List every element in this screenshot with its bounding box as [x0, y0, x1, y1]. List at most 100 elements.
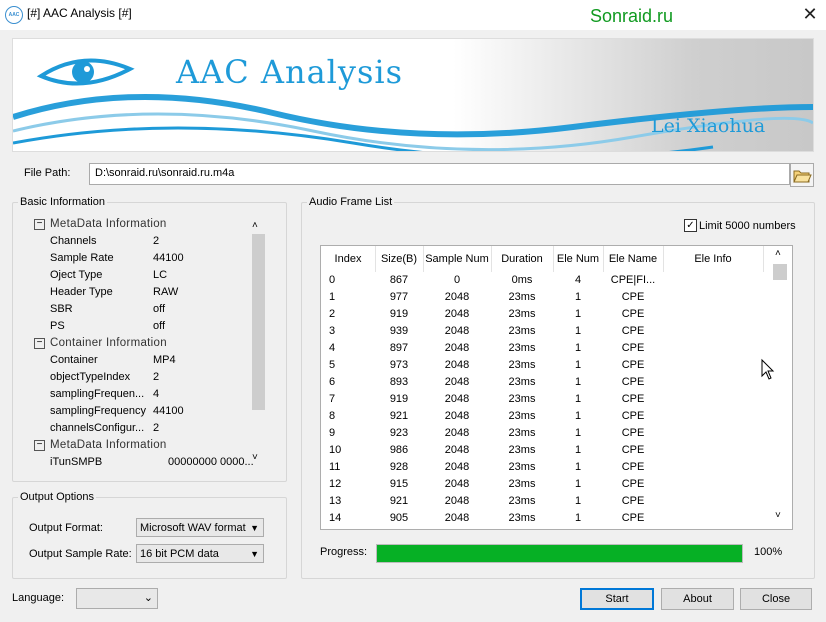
chevron-down-icon: ▼ [250, 549, 259, 559]
table-cell: 23ms [508, 410, 536, 422]
table-row[interactable]: 8 921 2048 23ms 1 CPE [321, 408, 773, 425]
output-format-value: Microsoft WAV format [140, 522, 246, 534]
table-cell: 897 [389, 342, 409, 354]
tree-item[interactable]: samplingFrequen... 4 [12, 386, 262, 403]
scroll-down-icon[interactable]: ˅ [775, 510, 781, 521]
tree-item[interactable]: Header Type RAW [12, 284, 262, 301]
table-cell: CPE [621, 512, 645, 524]
table-cell: 1 [574, 444, 582, 456]
table-row[interactable]: 11 928 2048 23ms 1 CPE [321, 459, 773, 476]
window-close-icon[interactable]: ✕ [798, 2, 822, 26]
tree-item-value: 2 [153, 371, 160, 383]
start-button[interactable]: Start [580, 588, 654, 610]
table-row[interactable]: 10 986 2048 23ms 1 CPE [321, 442, 773, 459]
table-cell: 1 [329, 291, 336, 303]
file-path-input[interactable]: D:\sonraid.ru\sonraid.ru.m4a [89, 163, 790, 185]
column-header[interactable]: Size(B) [375, 246, 424, 272]
close-button[interactable]: Close [740, 588, 812, 610]
table-body: 0 867 0 0ms 4 CPE|FI... 1 977 2048 23ms 1 CPE 2 919 20… [321, 272, 773, 529]
frame-table[interactable]: Index Size(B) Sample Num Duration Ele Nu… [320, 245, 793, 530]
column-header[interactable]: Sample Num [423, 246, 492, 272]
collapse-icon[interactable]: − [34, 219, 45, 230]
collapse-icon[interactable]: − [34, 440, 45, 451]
tree-item[interactable]: iTunSMPB 00000000 0000... [12, 454, 262, 471]
column-header[interactable]: Ele Num [553, 246, 604, 272]
output-sample-rate-label: Output Sample Rate: [29, 548, 132, 560]
table-cell: 1 [574, 461, 582, 473]
table-cell: 2048 [444, 512, 470, 524]
table-cell: 23ms [508, 444, 536, 456]
table-row[interactable]: 2 919 2048 23ms 1 CPE [321, 306, 773, 323]
table-row[interactable]: 3 939 2048 23ms 1 CPE [321, 323, 773, 340]
table-cell: 6 [329, 376, 336, 388]
table-scrollbar[interactable]: ˄ ˅ [770, 246, 790, 527]
column-header[interactable]: Ele Info [663, 246, 764, 272]
banner-author: Lei Xiaohua [651, 115, 766, 137]
scroll-down-icon[interactable]: ˅ [252, 452, 258, 463]
table-cell: 1 [574, 376, 582, 388]
tree-item[interactable]: PS off [12, 318, 262, 335]
table-cell: CPE|FI... [610, 274, 656, 286]
table-cell: 923 [389, 427, 409, 439]
limit-checkbox[interactable]: ✓ [684, 219, 697, 232]
tree-item[interactable]: SBR off [12, 301, 262, 318]
tree-item[interactable]: channelsConfigur... 2 [12, 420, 262, 437]
table-row[interactable]: 13 921 2048 23ms 1 CPE [321, 493, 773, 510]
table-cell: 7 [329, 393, 336, 405]
collapse-icon[interactable]: − [34, 338, 45, 349]
table-row[interactable]: 1 977 2048 23ms 1 CPE [321, 289, 773, 306]
column-header[interactable]: Duration [491, 246, 554, 272]
table-row[interactable]: 7 919 2048 23ms 1 CPE [321, 391, 773, 408]
output-format-select[interactable]: Microsoft WAV format ▼ [136, 518, 264, 537]
table-cell: 23ms [508, 495, 536, 507]
tree-item-value: 44100 [153, 252, 184, 264]
tree-item-key: samplingFrequency [50, 405, 146, 417]
table-cell: 4 [574, 274, 582, 286]
table-cell: 939 [389, 325, 409, 337]
browse-folder-button[interactable] [790, 163, 814, 187]
tree-section-metadata-2[interactable]: − MetaData Information [12, 437, 262, 454]
info-tree[interactable]: − MetaData Information Channels 2 Sample … [12, 216, 254, 472]
file-path-label: File Path: [24, 167, 71, 179]
tree-item[interactable]: objectTypeIndex 2 [12, 369, 262, 386]
table-scrollbar-thumb[interactable] [773, 264, 787, 280]
table-cell: 977 [389, 291, 409, 303]
table-cell: 23ms [508, 359, 536, 371]
about-button[interactable]: About [661, 588, 734, 610]
table-cell: 2 [329, 308, 336, 320]
table-cell: 2048 [444, 325, 470, 337]
tree-item[interactable]: samplingFrequency 44100 [12, 403, 262, 420]
folder-open-icon [793, 170, 812, 183]
output-sample-rate-select[interactable]: 16 bit PCM data ▼ [136, 544, 264, 563]
column-header[interactable]: Ele Name [603, 246, 664, 272]
table-row[interactable]: 9 923 2048 23ms 1 CPE [321, 425, 773, 442]
table-cell: 921 [389, 495, 409, 507]
scroll-up-icon[interactable]: ˄ [252, 220, 258, 231]
limit-checkbox-label[interactable]: Limit 5000 numbers [699, 220, 796, 232]
table-row[interactable]: 4 897 2048 23ms 1 CPE [321, 340, 773, 357]
tree-section-container[interactable]: − Container Information [12, 335, 262, 352]
table-cell: 2048 [444, 393, 470, 405]
tree-item-value: LC [153, 269, 168, 281]
language-select[interactable]: ⌄ [76, 588, 158, 609]
table-row[interactable]: 12 915 2048 23ms 1 CPE [321, 476, 773, 493]
table-cell: 0ms [511, 274, 533, 286]
tree-section-metadata[interactable]: − MetaData Information [12, 216, 262, 233]
tree-item-key: samplingFrequen... [50, 388, 145, 400]
tree-item[interactable]: Oject Type LC [12, 267, 262, 284]
tree-item[interactable]: Sample Rate 44100 [12, 250, 262, 267]
table-cell: 9 [329, 427, 336, 439]
progress-label: Progress: [320, 546, 368, 558]
column-header[interactable]: Index [321, 246, 376, 272]
table-cell: 23ms [508, 461, 536, 473]
table-row[interactable]: 6 893 2048 23ms 1 CPE [321, 374, 773, 391]
scroll-up-icon[interactable]: ˄ [775, 248, 781, 259]
table-cell: CPE [621, 495, 645, 507]
table-row[interactable]: 0 867 0 0ms 4 CPE|FI... [321, 272, 773, 289]
table-row[interactable]: 14 905 2048 23ms 1 CPE [321, 510, 773, 527]
table-row[interactable]: 5 973 2048 23ms 1 CPE [321, 357, 773, 374]
tree-item[interactable]: Container MP4 [12, 352, 262, 369]
tree-scrollbar-thumb[interactable] [252, 234, 265, 410]
tree-item[interactable]: Channels 2 [12, 233, 262, 250]
tree-item-key: SBR [50, 303, 73, 315]
